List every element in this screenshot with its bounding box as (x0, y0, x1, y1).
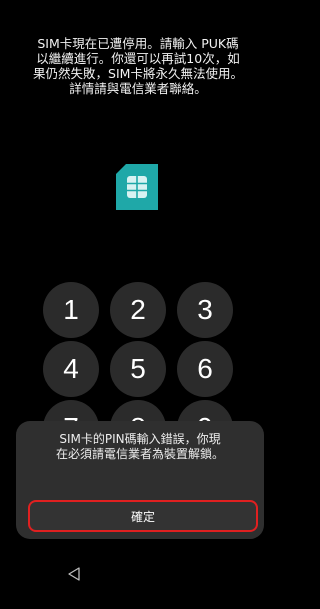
confirm-button[interactable]: 確定 (28, 500, 258, 532)
keypad-key-6[interactable]: 6 (177, 341, 233, 397)
keypad-key-4[interactable]: 4 (43, 341, 99, 397)
keypad-key-3[interactable]: 3 (177, 282, 233, 338)
back-triangle-icon[interactable] (66, 566, 82, 582)
keypad-key-5[interactable]: 5 (110, 341, 166, 397)
keypad-key-2[interactable]: 2 (110, 282, 166, 338)
dialog-message-line: SIM卡的PIN碼輸入錯誤，你現 (59, 432, 221, 446)
dialog-message: SIM卡的PIN碼輸入錯誤，你現 在必須請電信業者為裝置解鎖。 (16, 432, 264, 462)
pin-error-dialog: SIM卡的PIN碼輸入錯誤，你現 在必須請電信業者為裝置解鎖。 確定 (16, 421, 264, 539)
keypad-key-1[interactable]: 1 (43, 282, 99, 338)
dialog-message-line: 在必須請電信業者為裝置解鎖。 (55, 447, 224, 461)
